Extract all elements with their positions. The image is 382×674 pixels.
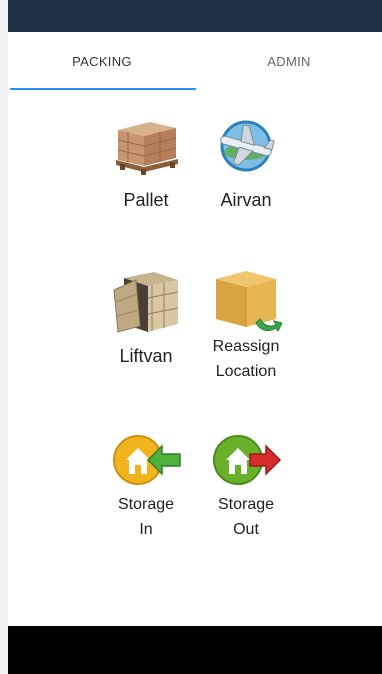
reassign-label-line1: Reassign: [212, 338, 280, 355]
app-screen: PACKING ADMIN Pallet Airvan Liftvan Reas…: [8, 0, 382, 674]
house-arrow-in-icon: [107, 424, 185, 492]
tab-admin[interactable]: ADMIN: [196, 32, 382, 90]
storage-in-button[interactable]: Storage In: [107, 424, 185, 542]
pallet-icon: [107, 110, 185, 182]
airvan-button[interactable]: Airvan: [207, 110, 285, 228]
liftvan-crate-icon: [107, 266, 185, 338]
navigation-bar: [8, 626, 382, 674]
reassign-label-line2: Location: [215, 363, 277, 380]
tab-packing[interactable]: PACKING: [8, 32, 196, 90]
reassign-location-label: Reassign Location: [213, 334, 280, 384]
airplane-icon: [207, 110, 285, 182]
status-bar: [8, 0, 382, 32]
storage-out-label: Storage Out: [218, 492, 274, 542]
storage-in-label: Storage In: [118, 492, 174, 542]
pallet-button[interactable]: Pallet: [107, 110, 185, 228]
pallet-label: Pallet: [123, 190, 169, 210]
house-arrow-out-icon: [207, 424, 285, 492]
active-tab-indicator: [10, 88, 196, 90]
storage-in-line1: Storage: [117, 496, 175, 513]
tab-bar: PACKING ADMIN: [8, 32, 382, 90]
tab-packing-label: PACKING: [72, 53, 132, 69]
reassign-location-button[interactable]: Reassign Location: [207, 266, 285, 384]
airvan-label: Airvan: [220, 190, 272, 210]
storage-out-line2: Out: [233, 521, 259, 538]
liftvan-button[interactable]: Liftvan: [107, 266, 185, 384]
storage-in-line2: In: [139, 521, 153, 538]
storage-out-button[interactable]: Storage Out: [207, 424, 285, 542]
storage-out-line1: Storage: [217, 496, 275, 513]
liftvan-label: Liftvan: [119, 346, 173, 366]
box-arrow-icon: [207, 266, 285, 334]
tab-admin-label: ADMIN: [267, 53, 311, 69]
